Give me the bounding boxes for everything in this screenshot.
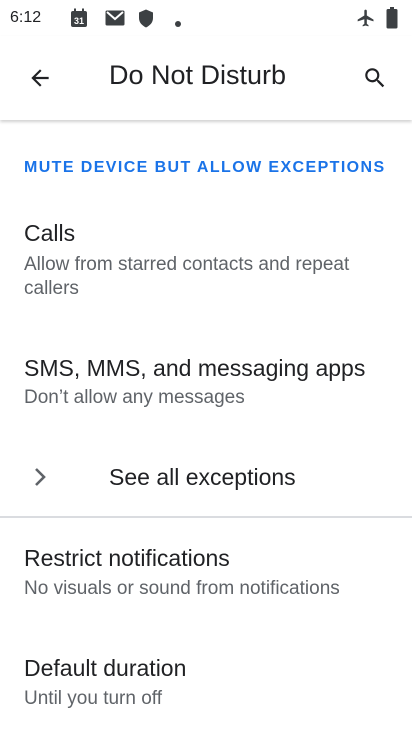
status-time: 6:12 [10,9,42,26]
battery-icon [386,7,398,34]
status-bar: 6:12 31 [0,0,412,36]
back-button[interactable] [20,58,60,98]
airplane-icon [356,8,376,33]
calendar-icon: 31 [70,8,88,33]
default-duration-title: Default duration [24,655,187,681]
calls-title: Calls [24,220,76,246]
search-button[interactable] [355,58,395,98]
app-bar: Do Not Disturb [0,36,412,120]
shield-icon [138,9,154,33]
arrow-back-icon [31,69,49,87]
messages-setting[interactable]: SMS, MMS, and messaging apps Don’t allow… [0,340,412,430]
default-duration-summary: Until you turn off [24,688,163,709]
see-all-exceptions-button[interactable]: See all exceptions [0,440,412,514]
gmail-icon [105,10,125,31]
default-duration-setting[interactable]: Default duration Until you turn off [0,640,412,730]
chevron-right-icon [30,464,50,495]
svg-text:31: 31 [74,16,84,26]
search-icon [365,68,385,88]
restrict-notifications-setting[interactable]: Restrict notifications No visuals or sou… [0,530,412,620]
calls-setting[interactable]: Calls Allow from starred contacts and re… [0,205,412,315]
messages-title: SMS, MMS, and messaging apps [24,355,366,381]
messages-summary: Don’t allow any messages [24,387,245,408]
restrict-notifications-summary: No visuals or sound from notifications [24,578,340,599]
divider [0,516,412,518]
restrict-notifications-title: Restrict notifications [24,545,230,571]
calls-summary: Allow from starred contacts and repeat c… [24,254,350,299]
page-title: Do Not Disturb [109,60,287,90]
dot-icon [175,14,181,32]
see-all-exceptions-label: See all exceptions [109,464,296,490]
section-header: MUTE DEVICE BUT ALLOW EXCEPTIONS [24,159,386,176]
